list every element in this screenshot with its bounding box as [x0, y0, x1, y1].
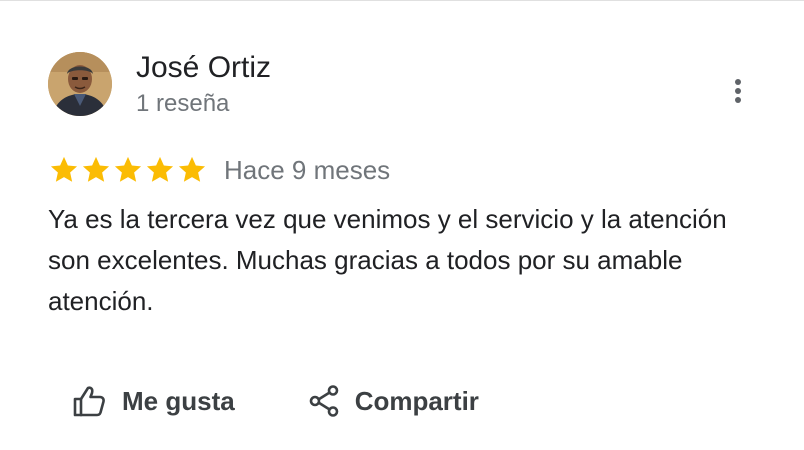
share-icon: [309, 385, 338, 417]
share-label: Compartir: [354, 385, 479, 416]
star-icon: [82, 156, 110, 182]
star-icon: [146, 156, 174, 182]
like-button[interactable]: Me gusta: [72, 385, 235, 417]
avatar[interactable]: [48, 52, 112, 116]
rating-row: Hace 9 meses: [48, 153, 390, 187]
like-label: Me gusta: [122, 385, 235, 416]
more-options-button[interactable]: [718, 71, 758, 111]
star-icon: [50, 156, 78, 182]
author-name[interactable]: José Ortiz: [136, 50, 271, 86]
star-icon: [178, 156, 206, 182]
author-review-count: 1 reseña: [136, 90, 230, 117]
star-icon: [114, 156, 142, 182]
more-vert-icon: [735, 79, 741, 103]
review-date: Hace 9 meses: [224, 155, 391, 185]
review-text: Ya es la tercera vez que venimos y el se…: [48, 204, 727, 316]
thumb-up-icon: [73, 386, 105, 417]
review-actions: Me gusta Compartir: [72, 379, 479, 423]
share-button[interactable]: Compartir: [309, 385, 479, 417]
review-card: José Ortiz 1 reseña Hace 9 meses Ya es l…: [0, 0, 804, 450]
star-rating: [48, 154, 208, 186]
